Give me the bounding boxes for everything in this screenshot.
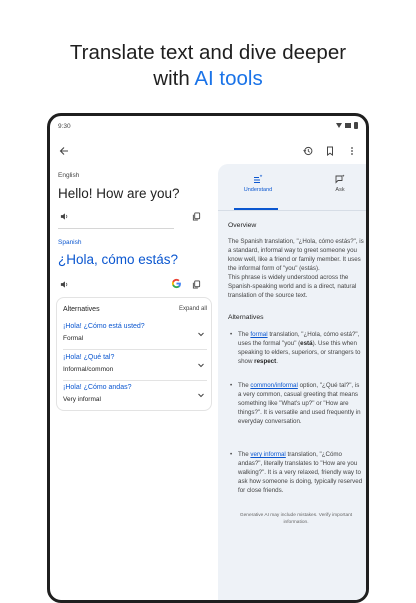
promo-headline: Translate text and dive deeper with AI t… [0,40,416,92]
panel-tabs: Understand Ask [218,174,366,211]
translated-text[interactable]: ¿Hola, cómo estás? [58,252,178,267]
keyword-link[interactable]: formal [250,331,267,338]
alternative-text: ¡Hola! ¿Cómo andas? [63,384,132,391]
alternative-explanation: The common/informal option, "¿Qué tal?",… [228,381,364,426]
arrow-back-icon[interactable] [56,143,72,159]
target-language-label[interactable]: Spanish [58,239,82,246]
divider [63,380,207,381]
history-icon[interactable] [300,143,316,159]
tab-understand-label: Understand [243,187,273,193]
bullet-text: . [276,358,278,365]
wifi-icon [336,123,342,128]
speaker-icon[interactable] [58,210,70,222]
speaker-icon[interactable] [58,278,70,290]
promo-headline-line2: with AI tools [0,66,416,92]
target-actions [58,277,208,291]
app-bar [50,138,366,164]
source-language-label[interactable]: English [58,172,79,179]
alternative-explanation: The formal translation, "¿Hola, cómo est… [228,330,364,366]
bullet-text: The [238,331,251,338]
alternative-text: ¡Hola! ¿Cómo está usted? [63,323,145,330]
overview-text: The Spanish translation, "¿Hola, cómo es… [228,237,364,300]
chevron-down-icon [197,361,205,369]
google-g-icon[interactable] [170,277,183,290]
bullet-bold: respect [254,358,277,365]
source-text[interactable]: Hello! How are you? [58,186,180,201]
alternative-explanation: The very informal translation, "¿Cómo an… [228,450,364,495]
source-actions [58,210,208,222]
translation-pane: English Hello! How are you? Spanish ¿Hol… [50,164,218,600]
alternative-item[interactable]: ¡Hola! ¿Cómo está usted? Formal [63,323,207,351]
overview-paragraph: This phrase is widely understood across … [228,274,357,299]
status-bar: 9:30 [50,116,366,136]
alternatives-header: Alternatives Expand all [63,306,207,313]
chevron-down-icon [197,391,205,399]
overview-title: Overview [228,222,257,229]
keyword-link[interactable]: common/informal [250,382,297,389]
list-sparkle-icon [253,174,263,184]
signal-icon [345,123,351,128]
ai-disclaimer: Generative AI may include mistakes. Veri… [239,513,353,525]
tablet-frame: 9:30 English Hello! How are you? Spanish… [47,113,369,603]
promo-headline-line1: Translate text and dive deeper [69,41,347,64]
alternatives-card: Alternatives Expand all ¡Hola! ¿Cómo est… [56,297,212,411]
bullet-text: The [238,382,251,389]
bullet-text: The [238,451,251,458]
keyword-link[interactable]: very informal [250,451,285,458]
alternative-item[interactable]: ¡Hola! ¿Cómo andas? Very informal [63,384,207,412]
alternative-text: ¡Hola! ¿Qué tal? [63,354,115,361]
alternative-register: Very informal [63,396,101,403]
copy-icon[interactable] [190,278,202,290]
battery-icon [354,122,358,129]
expand-all-button[interactable]: Expand all [179,306,207,312]
bookmark-icon[interactable] [322,143,338,159]
alternatives-section-title: Alternatives [228,314,264,321]
alternative-register: Informal/common [63,366,114,373]
divider [58,228,174,229]
chat-sparkle-icon [335,174,345,184]
alternative-item[interactable]: ¡Hola! ¿Qué tal? Informal/common [63,354,207,382]
tab-ask-label: Ask [335,187,345,193]
status-icons [336,122,358,129]
tab-understand[interactable]: Understand [228,174,288,193]
alternative-register: Formal [63,335,84,342]
divider [218,210,366,211]
tab-ask[interactable]: Ask [310,174,366,193]
chevron-down-icon [197,330,205,338]
divider [63,349,207,350]
overview-paragraph: The Spanish translation, "¿Hola, cómo es… [228,238,364,272]
more-vert-icon[interactable] [344,143,360,159]
status-time: 9:30 [58,123,71,130]
bullet-bold: está [300,340,313,347]
alternatives-title: Alternatives [63,306,100,313]
copy-icon[interactable] [190,210,202,222]
ai-insights-panel: Understand Ask Overview The Spanish tran… [218,164,366,600]
promo-headline-prefix: with [153,67,195,90]
promo-headline-accent: AI tools [194,67,263,90]
